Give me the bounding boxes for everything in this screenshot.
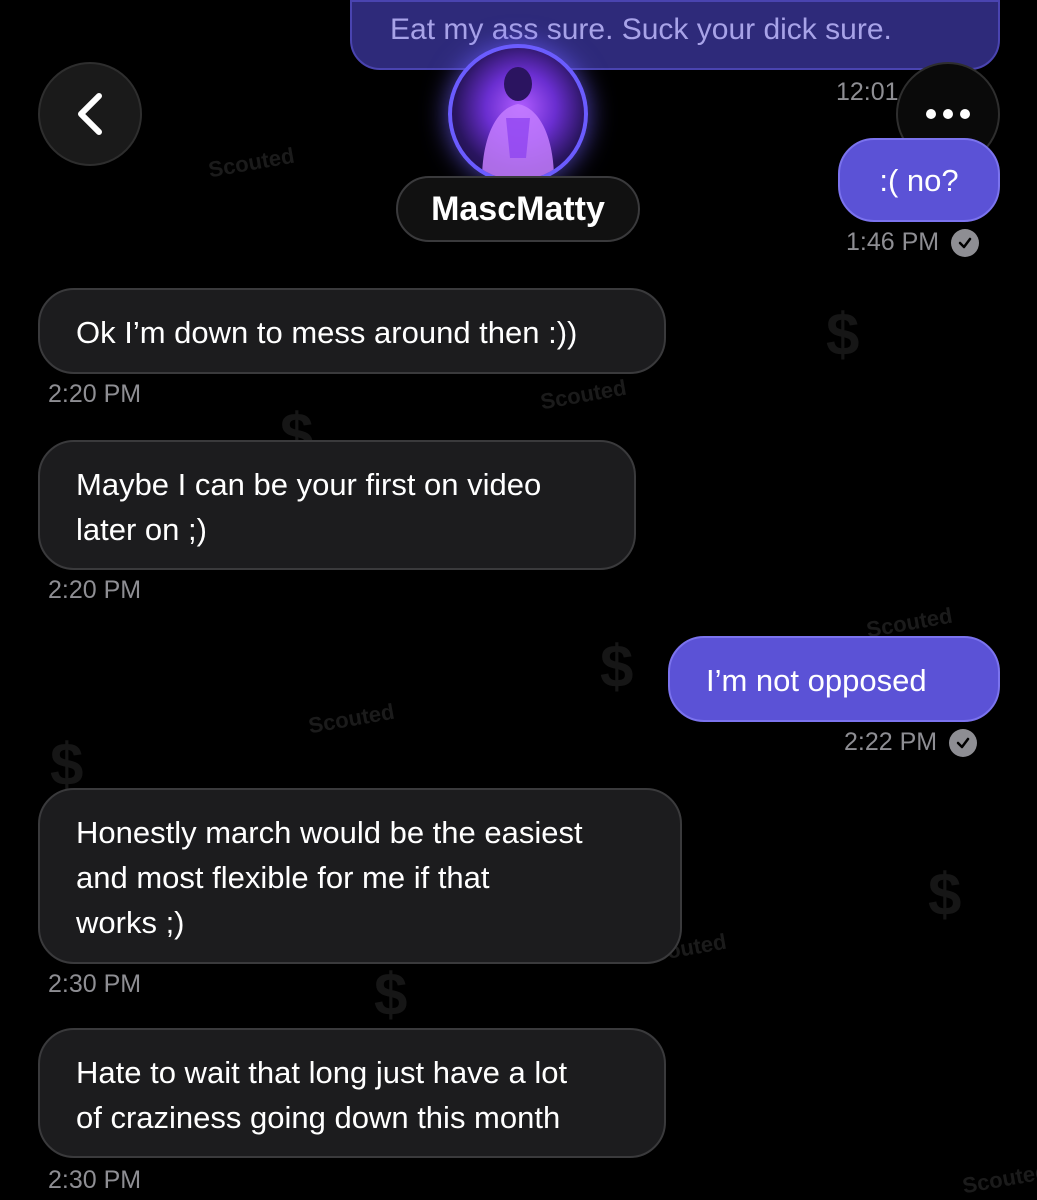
avatar-photo [482,67,554,180]
watermark: Scouted [960,1158,1037,1199]
message-timestamp: 2:30 PM [48,1166,142,1194]
message-timestamp: 2:20 PM [48,380,142,408]
watermark: Scouted [206,142,297,183]
message-bubble-incoming[interactable]: Hate to wait that long just have a lot o… [38,1028,666,1158]
watermark: Scouted [306,698,397,739]
watermark-logo-icon: $ [826,301,860,368]
contact-name[interactable]: MascMatty [396,176,640,242]
read-check-icon [949,728,978,757]
message-timestamp: 2:22 PM [844,728,978,757]
watermark-logo-icon: $ [600,633,634,700]
chevron-left-icon [75,92,105,136]
watermark-logo-icon: $ [374,961,408,1028]
message-time: 1:46 PM [846,228,940,256]
message-text: Eat my ass sure. Suck your dick sure. [390,13,892,46]
watermark-logo-icon: $ [928,861,962,928]
more-horizontal-icon [925,108,971,120]
message-text: :( no? [879,163,959,198]
message-bubble-outgoing[interactable]: Eat my ass sure. Suck your dick sure. [350,0,1000,70]
message-timestamp: 1:46 PM [846,228,980,257]
message-line: of craziness going down this month [76,1100,561,1135]
message-line: Hate to wait that long just have a lot [76,1055,568,1090]
message-line: works ;) [76,905,185,940]
message-line: Honestly march would be the easiest [76,815,583,850]
message-time: 2:22 PM [844,728,938,756]
message-timestamp: 12:01 [836,78,899,106]
message-timestamp: 2:30 PM [48,970,142,998]
message-line: Maybe I can be your first on video [76,467,542,502]
message-bubble-outgoing[interactable]: :( no? [838,138,1000,222]
avatar[interactable] [448,44,588,184]
message-text: Ok I’m down to mess around then :)) [76,315,578,350]
message-bubble-incoming[interactable]: Maybe I can be your first on video later… [38,440,636,570]
message-bubble-incoming[interactable]: Ok I’m down to mess around then :)) [38,288,666,374]
message-bubble-outgoing[interactable]: I’m not opposed [668,636,1000,722]
watermark: Scouted [538,374,629,415]
back-button[interactable] [38,62,142,166]
contact-name-label: MascMatty [431,189,605,228]
message-line: later on ;) [76,512,207,547]
message-timestamp: 2:20 PM [48,576,142,604]
message-text: I’m not opposed [706,663,927,698]
message-line: and most flexible for me if that [76,860,490,895]
message-bubble-incoming[interactable]: Honestly march would be the easiest and … [38,788,682,964]
read-check-icon [951,228,980,257]
